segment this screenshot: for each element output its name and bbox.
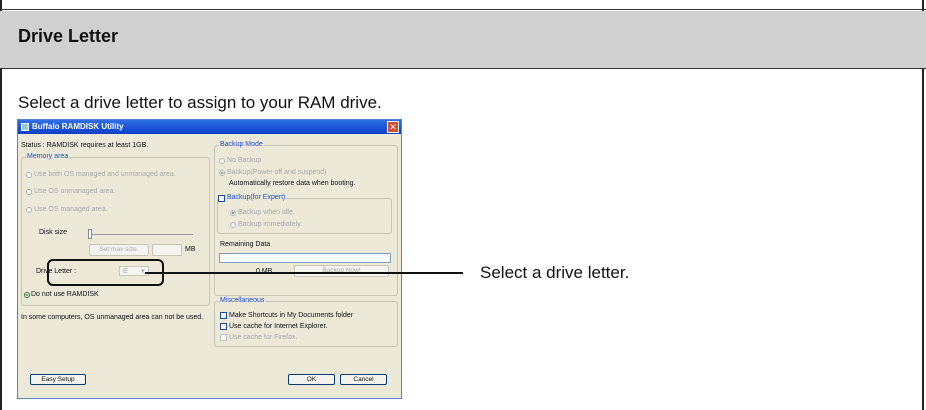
- radio-backup-when-idle[interactable]: [230, 210, 236, 216]
- remaining-data-bar: [219, 253, 391, 263]
- radio-backup[interactable]: [219, 170, 225, 176]
- ok-button[interactable]: OK: [288, 374, 335, 385]
- radio-no-backup[interactable]: [219, 158, 225, 164]
- section-heading: Drive Letter: [18, 26, 119, 46]
- radio-backup-immediately-label: Backup immediately.: [238, 221, 303, 228]
- memory-area-legend: Memory area: [26, 153, 70, 160]
- section-heading-bar: [0, 11, 926, 69]
- callout-line: [145, 272, 463, 274]
- radio-backup-label: Backup(Power off and suspend): [227, 169, 327, 176]
- disk-size-field[interactable]: [152, 244, 182, 256]
- shortcuts-checkbox[interactable]: [220, 312, 227, 319]
- radio-unmanaged-label: Use OS unmanaged area.: [34, 188, 116, 195]
- app-icon: [21, 123, 29, 131]
- radio-no-backup-label: No Backup: [227, 157, 262, 164]
- cache-ie-checkbox[interactable]: [220, 323, 227, 330]
- backup-mode-legend: Backup Mode: [219, 141, 264, 148]
- radio-do-not-use-label: Do not use RAMDISK: [31, 291, 99, 298]
- backup-now-button[interactable]: Backup Now!: [294, 265, 389, 277]
- easy-setup-button[interactable]: Easy Setup: [30, 374, 86, 385]
- remaining-data-label: Remaining Data: [220, 241, 271, 248]
- intro-text: Select a drive letter to assign to your …: [18, 93, 382, 112]
- auto-restore-text: Automatically restore data when booting.: [229, 180, 356, 187]
- title-bar: Buffalo RAMDISK Utility ✕: [18, 120, 401, 134]
- status-text: Status : RAMDISK requires at least 1GB.: [21, 142, 149, 149]
- radio-do-not-use[interactable]: [24, 292, 30, 298]
- radio-unmanaged[interactable]: [26, 189, 32, 195]
- top-strip: [0, 0, 926, 10]
- cancel-button[interactable]: Cancel: [340, 374, 387, 385]
- disk-size-track: [88, 234, 193, 235]
- cache-firefox-checkbox[interactable]: [220, 334, 227, 341]
- backup-expert-checkbox[interactable]: [218, 195, 225, 202]
- close-icon[interactable]: ✕: [387, 121, 399, 133]
- cache-firefox-label: Use cache for Firefox.: [229, 334, 298, 341]
- unmanaged-note: In some computers, OS unmanaged area can…: [21, 314, 204, 321]
- ramdisk-utility-window: Buffalo RAMDISK Utility ✕ Status : RAMDI…: [17, 119, 402, 399]
- shortcuts-label: Make Shortcuts in My Documents folder: [229, 312, 354, 319]
- window-title: Buffalo RAMDISK Utility: [32, 122, 124, 131]
- disk-size-unit: MB: [185, 246, 196, 253]
- radio-both-areas[interactable]: [26, 172, 32, 178]
- callout-text: Select a drive letter.: [480, 263, 630, 282]
- disk-size-label: Disk size: [39, 229, 68, 236]
- radio-backup-when-idle-label: Backup when idle.: [238, 209, 295, 216]
- misc-legend: Miscellaneous: [219, 297, 266, 304]
- disk-size-slider[interactable]: [88, 229, 92, 239]
- set-max-size-button[interactable]: Set max size.: [89, 244, 149, 256]
- radio-managed[interactable]: [26, 207, 32, 213]
- backup-expert-legend: Backup(for Expert): [226, 194, 287, 201]
- backup-expert-group: [217, 198, 392, 234]
- cache-ie-label: Use cache for Internet Explorer.: [229, 323, 328, 330]
- radio-both-areas-label: Use both OS managed and unmanaged area.: [34, 171, 176, 178]
- radio-managed-label: Use OS managed area.: [34, 206, 108, 213]
- radio-backup-immediately[interactable]: [230, 222, 236, 228]
